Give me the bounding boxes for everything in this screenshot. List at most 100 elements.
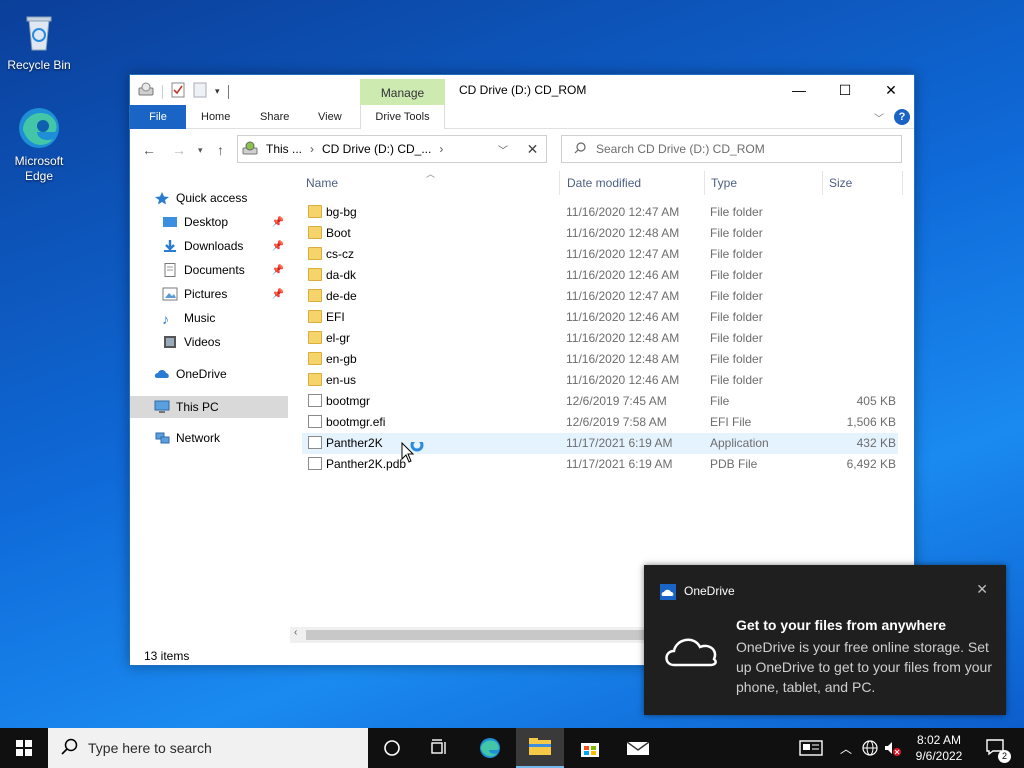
expand-ribbon-icon[interactable]: ﹀ [874, 110, 884, 125]
manage-tab[interactable]: Manage [360, 79, 445, 105]
table-row[interactable]: cs-cz 11/16/2020 12:47 AM File folder [302, 244, 898, 265]
search-box[interactable] [561, 135, 902, 163]
sidebar-item-pictures[interactable]: Pictures 📌 [162, 283, 288, 305]
start-button[interactable] [0, 728, 48, 768]
table-row[interactable]: Panther2K.pdb 11/17/2021 6:19 AM PDB File 6… [302, 454, 898, 475]
file-type: File folder [710, 205, 763, 219]
back-arrow-icon[interactable]: ← [142, 142, 156, 158]
table-row[interactable]: en-us 11/16/2020 12:46 AM File folder [302, 370, 898, 391]
taskbar-file-explorer-button[interactable] [516, 728, 564, 768]
action-center-button[interactable]: 2 [980, 728, 1011, 768]
address-bar[interactable]: This ... › CD Drive (D:) CD_... › ﹀ [237, 135, 547, 163]
edge-icon [480, 738, 500, 758]
sidebar-item-label: This PC [176, 400, 219, 414]
sidebar-item-this-pc[interactable]: This PC [130, 396, 288, 418]
file-date-modified: 11/16/2020 12:47 AM [566, 247, 680, 261]
clear-address-icon[interactable]: ✕ [519, 135, 547, 163]
tab-file[interactable]: File [130, 105, 186, 129]
cortana-icon [384, 740, 400, 756]
pin-icon[interactable]: 📌 [272, 241, 284, 252]
tab-view[interactable]: View [318, 105, 342, 129]
network-status-button[interactable] [860, 728, 880, 768]
store-icon [581, 743, 599, 757]
table-row[interactable]: en-gb 11/16/2020 12:48 AM File folder [302, 349, 898, 370]
pin-icon[interactable]: 📌 [272, 289, 284, 300]
table-row[interactable]: de-de 11/16/2020 12:47 AM File folder [302, 286, 898, 307]
sidebar-item-desktop[interactable]: Desktop 📌 [162, 211, 288, 233]
title-bar: ▾ Manage CD Drive (D:) CD_ROM — ☐ ✕ [130, 75, 914, 105]
chevron-down-icon[interactable]: ▾ [215, 86, 220, 97]
table-row[interactable]: Boot 11/16/2020 12:48 AM File folder [302, 223, 898, 244]
taskbar-edge-button[interactable] [466, 728, 514, 768]
file-size: 432 KB [856, 436, 896, 450]
tab-drive-tools[interactable]: Drive Tools [360, 105, 445, 129]
breadcrumb-this-pc[interactable]: This ... [266, 142, 302, 156]
sidebar-item-quick-access[interactable]: Quick access [154, 187, 288, 209]
maximize-button[interactable]: ☐ [822, 75, 868, 105]
chevron-right-icon[interactable]: › [310, 142, 314, 156]
file-name: Panther2K.pdb [326, 457, 407, 471]
document-icon [162, 263, 178, 277]
taskbar-mail-button[interactable] [614, 728, 662, 768]
column-header-size[interactable]: Size [823, 171, 903, 195]
table-row[interactable]: bootmgr 12/6/2019 7:45 AM File 405 KB [302, 391, 898, 412]
forward-arrow-icon[interactable]: → [172, 142, 186, 158]
taskbar-store-button[interactable] [566, 728, 614, 768]
show-hidden-icons-button[interactable]: ︿ [836, 728, 856, 768]
sidebar-item-documents[interactable]: Documents 📌 [162, 259, 288, 281]
onedrive-notification[interactable]: OneDrive ✕ Get to your files from anywhe… [644, 565, 1006, 715]
pin-icon[interactable]: 📌 [272, 217, 284, 228]
new-folder-icon[interactable] [193, 82, 207, 101]
sidebar-item-network[interactable]: Network [154, 427, 288, 449]
desktop-icon-label: Recycle Bin [7, 58, 71, 72]
table-row[interactable]: EFI 11/16/2020 12:46 AM File folder [302, 307, 898, 328]
clock[interactable]: 8:02 AM 9/6/2022 [904, 732, 974, 764]
file-date-modified: 12/6/2019 7:45 AM [566, 394, 667, 408]
sidebar-item-onedrive[interactable]: OneDrive [154, 363, 288, 385]
file-type: File folder [710, 373, 763, 387]
table-row[interactable]: el-gr 11/16/2020 12:48 AM File folder [302, 328, 898, 349]
column-header-name[interactable]: Name [300, 171, 560, 195]
horizontal-scrollbar[interactable]: ‹ [290, 627, 650, 643]
up-arrow-icon[interactable]: ↑ [217, 142, 224, 158]
sidebar-item-music[interactable]: ♪ Music [162, 307, 288, 329]
minimize-button[interactable]: — [776, 75, 822, 105]
table-row[interactable]: bootmgr.efi 12/6/2019 7:58 AM EFI File 1,50… [302, 412, 898, 433]
desktop-icon-edge[interactable]: Microsoft Edge [4, 104, 74, 184]
table-row[interactable]: bg-bg 11/16/2020 12:47 AM File folder [302, 202, 898, 223]
scrollbar-thumb[interactable] [306, 630, 646, 640]
news-icon [799, 740, 823, 756]
drive-icon [138, 82, 154, 101]
file-size: 1,506 KB [846, 415, 896, 429]
news-button[interactable] [796, 728, 826, 768]
tab-home[interactable]: Home [201, 105, 230, 129]
table-row[interactable]: Panther2K 11/17/2021 6:19 AM Application 43… [302, 433, 898, 454]
taskbar-search-input[interactable] [88, 740, 348, 756]
taskbar: ︿ 8:02 AM 9/6/2022 2 [0, 728, 1024, 768]
cortana-button[interactable] [368, 728, 416, 768]
taskbar-search-box[interactable] [48, 728, 368, 768]
pin-icon[interactable]: 📌 [272, 265, 284, 276]
sidebar-item-videos[interactable]: Videos [162, 331, 288, 353]
search-input[interactable] [596, 142, 876, 156]
recent-locations-icon[interactable]: ▾ [198, 145, 203, 156]
notification-close-button[interactable]: ✕ [976, 581, 988, 598]
tab-share[interactable]: Share [260, 105, 289, 129]
file-type: File folder [710, 352, 763, 366]
breadcrumb-cd-drive[interactable]: CD Drive (D:) CD_... [322, 142, 431, 156]
volume-button[interactable] [882, 728, 902, 768]
properties-icon[interactable] [171, 82, 185, 101]
address-dropdown-icon[interactable]: ﹀ [498, 142, 508, 157]
column-header-date-modified[interactable]: Date modified [561, 171, 705, 195]
help-button[interactable]: ? [894, 109, 910, 125]
close-button[interactable]: ✕ [868, 75, 914, 105]
table-row[interactable]: da-dk 11/16/2020 12:46 AM File folder [302, 265, 898, 286]
task-view-button[interactable] [416, 728, 464, 768]
file-name: da-dk [326, 268, 357, 282]
speaker-muted-icon [885, 742, 901, 756]
scroll-left-icon[interactable]: ‹ [294, 627, 297, 638]
chevron-right-icon[interactable]: › [439, 142, 443, 156]
column-header-type[interactable]: Type [705, 171, 823, 195]
desktop-icon-recycle-bin[interactable]: Recycle Bin [4, 8, 74, 72]
sidebar-item-downloads[interactable]: Downloads 📌 [162, 235, 288, 257]
